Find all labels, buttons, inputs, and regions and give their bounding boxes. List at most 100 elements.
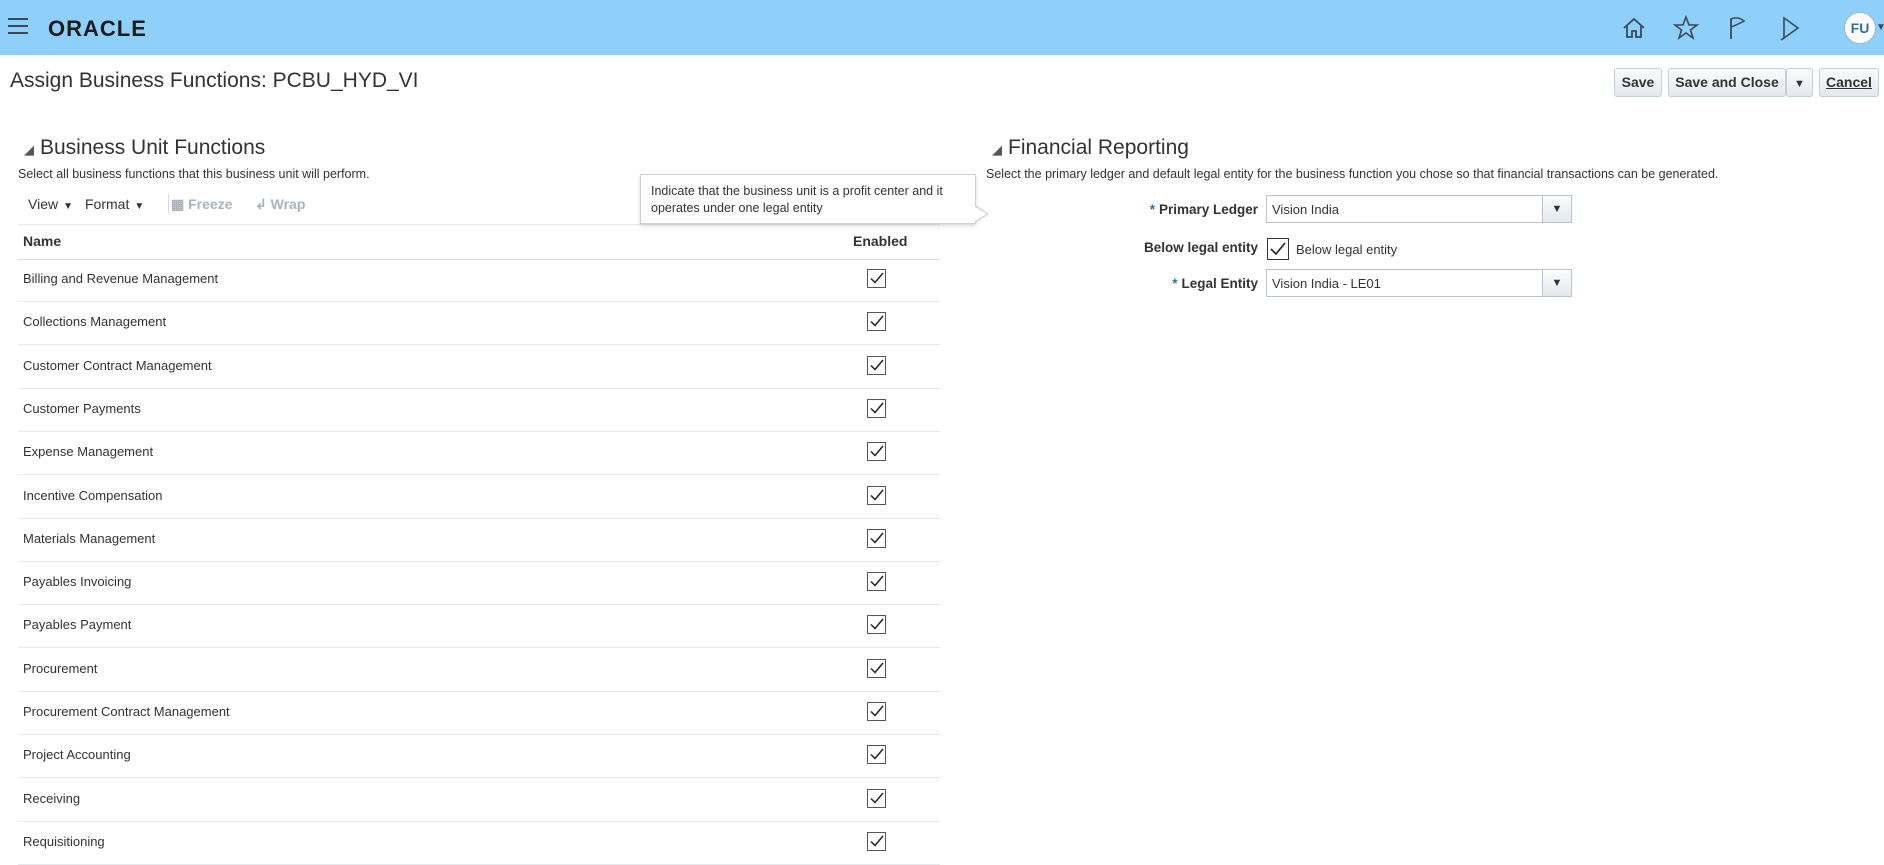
enabled-checkbox[interactable] <box>867 442 886 462</box>
enabled-checkbox[interactable] <box>867 831 886 851</box>
check-icon <box>870 748 884 760</box>
wrap-button[interactable]: ↲ Wrap <box>255 196 305 213</box>
check-icon <box>870 705 884 717</box>
function-name: Procurement Contract Management <box>23 704 230 719</box>
check-icon <box>870 315 884 327</box>
check-icon <box>870 359 884 371</box>
dropdown-arrow-icon[interactable]: ▼ <box>1542 270 1571 296</box>
enabled-checkbox[interactable] <box>867 658 886 678</box>
function-name: Project Accounting <box>23 747 131 763</box>
table-row[interactable]: Requisitioning <box>18 821 940 865</box>
function-name: Payables Invoicing <box>23 574 132 590</box>
check-icon <box>870 835 884 847</box>
legal-entity-select[interactable]: Vision India - LE01 ▼ <box>1266 269 1572 297</box>
enabled-checkbox[interactable] <box>867 615 886 635</box>
tooltip: Indicate that the business unit is a pro… <box>640 174 976 224</box>
column-header-enabled[interactable]: Enabled <box>853 233 907 249</box>
table-row[interactable]: Payables Invoicing <box>18 561 940 606</box>
table-row[interactable]: Materials Management <box>18 518 940 562</box>
play-icon[interactable] <box>1776 14 1804 42</box>
function-name: Customer Contract Management <box>23 357 212 373</box>
enabled-checkbox[interactable] <box>867 702 886 721</box>
table-row[interactable]: Procurement Contract Management <box>18 691 940 735</box>
flag-icon[interactable] <box>1724 14 1752 42</box>
function-name: Receiving <box>23 790 81 806</box>
caret-icon: ▼ <box>134 201 145 212</box>
enabled-checkbox[interactable] <box>867 528 886 548</box>
cancel-button[interactable]: Cancel <box>1819 68 1879 97</box>
column-header-name[interactable]: Name <box>23 233 61 249</box>
primary-ledger-label: * Primary Ledger <box>1149 202 1258 217</box>
table-row[interactable]: Collections Management <box>18 301 940 346</box>
function-name: Billing and Revenue Management <box>23 271 219 286</box>
chevron-down-icon[interactable]: ▼ <box>1876 22 1884 33</box>
view-menu[interactable]: View ▼ <box>28 196 73 212</box>
table-row[interactable]: Billing and Revenue Management <box>18 258 940 302</box>
below-legal-entity-checkbox-label[interactable]: Below legal entity <box>1296 242 1397 257</box>
check-icon <box>870 489 884 501</box>
check-icon <box>870 575 884 587</box>
enabled-checkbox[interactable] <box>867 788 886 808</box>
enabled-checkbox[interactable] <box>867 485 886 505</box>
star-icon[interactable] <box>1672 14 1700 42</box>
save-options-dropdown[interactable] <box>1786 68 1813 97</box>
dropdown-arrow-icon[interactable]: ▼ <box>1542 196 1571 222</box>
function-name: Expense Management <box>23 444 154 460</box>
format-menu[interactable]: Format ▼ <box>85 196 144 212</box>
table-row[interactable]: Procurement <box>18 648 940 692</box>
freeze-icon: ▦ <box>171 196 189 212</box>
save-and-close-button[interactable]: Save and Close <box>1668 68 1786 97</box>
table-header: Name Enabled <box>18 224 940 260</box>
business-unit-functions-header[interactable]: ◢ Business Unit Functions <box>24 136 265 160</box>
check-icon <box>870 402 884 414</box>
enabled-checkbox[interactable] <box>867 312 886 332</box>
check-icon <box>1270 242 1286 256</box>
check-icon <box>870 618 884 630</box>
toolbar-divider <box>168 194 169 214</box>
below-legal-entity-label: Below legal entity <box>1143 240 1258 255</box>
top-bar: ORACLE FU ▼ <box>0 0 1884 55</box>
function-name: Incentive Compensation <box>23 487 163 503</box>
table-row[interactable]: Receiving <box>18 778 940 822</box>
user-avatar[interactable]: FU <box>1844 12 1876 44</box>
financial-reporting-header[interactable]: ◢ Financial Reporting <box>992 136 1189 160</box>
primary-ledger-select[interactable]: Vision India ▼ <box>1266 195 1572 223</box>
function-name: Materials Management <box>23 530 156 546</box>
page-title: Assign Business Functions: PCBU_HYD_VI <box>10 69 419 92</box>
legal-entity-label: * Legal Entity <box>1172 276 1258 291</box>
menu-icon[interactable] <box>8 18 28 36</box>
table-row[interactable]: Expense Management <box>18 431 940 476</box>
tooltip-pointer <box>974 205 989 223</box>
function-name: Collections Management <box>23 314 167 330</box>
business-unit-functions-description: Select all business functions that this … <box>18 167 370 181</box>
caret-icon: ▼ <box>63 201 73 212</box>
wrap-icon: ↲ <box>255 196 271 212</box>
save-button[interactable]: Save <box>1614 68 1662 97</box>
collapse-icon[interactable]: ◢ <box>24 142 34 157</box>
check-icon <box>870 662 884 674</box>
enabled-checkbox[interactable] <box>867 745 886 765</box>
enabled-checkbox[interactable] <box>867 355 886 375</box>
enabled-checkbox[interactable] <box>867 572 886 592</box>
function-name: Requisitioning <box>23 833 105 849</box>
financial-reporting-description: Select the primary ledger and default le… <box>986 167 1719 181</box>
table-row[interactable]: Project Accounting <box>18 734 940 779</box>
enabled-checkbox[interactable] <box>867 269 886 288</box>
table-row[interactable]: Payables Payment <box>18 604 940 649</box>
check-icon <box>870 272 884 284</box>
function-name: Procurement <box>23 660 98 676</box>
home-icon[interactable] <box>1620 14 1648 42</box>
check-icon <box>870 532 884 544</box>
table-row[interactable]: Customer Contract Management <box>18 345 940 389</box>
function-name: Customer Payments <box>23 400 141 416</box>
function-name: Payables Payment <box>23 617 132 633</box>
oracle-logo[interactable]: ORACLE <box>48 16 147 42</box>
enabled-checkbox[interactable] <box>867 398 886 418</box>
table-row[interactable]: Incentive Compensation <box>18 475 940 519</box>
check-icon <box>870 792 884 804</box>
table-row[interactable]: Customer Payments <box>18 388 940 432</box>
collapse-icon[interactable]: ◢ <box>992 142 1002 157</box>
below-legal-entity-checkbox[interactable] <box>1267 238 1289 260</box>
check-icon <box>870 445 884 457</box>
freeze-button[interactable]: ▦ Freeze <box>171 196 232 213</box>
